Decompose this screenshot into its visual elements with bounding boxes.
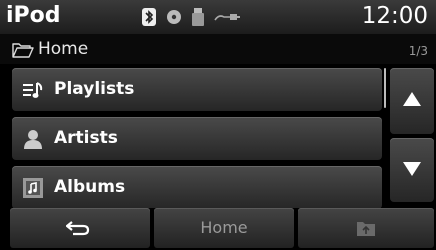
status-bar: iPod 12:00 [0, 0, 436, 34]
folder-open-icon [12, 43, 34, 58]
list-item-playlists[interactable]: Playlists [12, 68, 382, 111]
home-button-label: Home [200, 218, 248, 237]
folder-up-icon [357, 222, 375, 236]
clock: 12:00 [361, 3, 428, 29]
scroll-up-button[interactable] [390, 68, 434, 134]
list-item-albums[interactable]: Albums [12, 166, 382, 209]
back-arrow-icon [66, 221, 90, 236]
app-title: iPod [6, 3, 61, 28]
page-indicator: 1/3 [408, 44, 428, 58]
triangle-up-icon [403, 92, 421, 106]
path-label: Home [38, 39, 89, 59]
menu-list: Playlists Artists Albums [12, 68, 382, 215]
folder-up-button[interactable] [298, 208, 434, 248]
artist-icon [24, 130, 42, 149]
list-item-label: Artists [54, 128, 118, 148]
scroll-down-button[interactable] [390, 138, 434, 202]
scrollbar[interactable] [384, 68, 386, 108]
list-item-label: Albums [54, 177, 126, 197]
status-icons [142, 8, 240, 26]
list-item-label: Playlists [54, 79, 135, 99]
breadcrumb: Home 1/3 [0, 34, 436, 64]
bottom-bar: Home [0, 208, 436, 250]
bluetooth-icon [142, 8, 156, 26]
usb-icon [192, 8, 204, 26]
album-icon [23, 178, 43, 198]
back-button[interactable] [10, 208, 150, 248]
ipod-screen: iPod 12:00 Home 1/3 Playlists Artists Al… [0, 0, 436, 250]
aux-cable-icon [214, 14, 240, 21]
triangle-down-icon [403, 162, 421, 176]
list-item-artists[interactable]: Artists [12, 117, 382, 160]
home-button[interactable]: Home [154, 208, 294, 248]
disc-icon [167, 10, 181, 24]
playlist-icon [23, 82, 43, 98]
